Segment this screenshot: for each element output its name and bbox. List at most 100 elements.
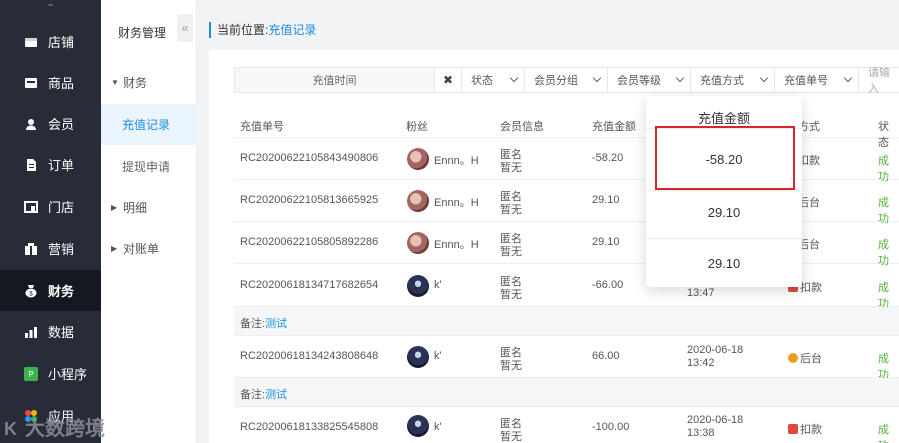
note-text: 备注:测试 xyxy=(240,315,287,331)
order-number: RC20200618133825545808 xyxy=(240,421,379,433)
order-number: RC20200622105805892286 xyxy=(240,236,379,248)
recharge-time-placeholder: 充值时间 xyxy=(312,75,357,87)
member-level: 暂无 xyxy=(500,431,522,443)
order-icon xyxy=(24,158,38,172)
search-input[interactable]: 请输入 xyxy=(858,67,899,95)
popover-divider xyxy=(646,190,802,191)
nav-item-label: 商品 xyxy=(48,76,75,91)
nav-item-miniapp[interactable]: P 小程序 xyxy=(0,353,101,394)
member-level: 暂无 xyxy=(500,360,522,372)
pay-method-label: 后台 xyxy=(800,353,822,365)
nav-item-finance[interactable]: $ 财务 xyxy=(0,270,101,311)
nav-item-label: 店铺 xyxy=(48,35,75,50)
member-group-select[interactable]: 会员分组 xyxy=(524,67,607,93)
avatar xyxy=(407,346,429,368)
record-time: 13:42 xyxy=(687,357,715,369)
menu-lines-icon[interactable]: ⁼ xyxy=(0,0,101,20)
nav-item-member[interactable]: 会员 xyxy=(0,103,101,144)
record-time: 13:38 xyxy=(687,427,715,439)
column-header-order: 充值单号 xyxy=(240,121,284,133)
order-number: RC20200622105843490806 xyxy=(240,152,379,164)
breadcrumb-prefix: 当前位置: xyxy=(217,23,269,37)
pay-method-label: 扣款 xyxy=(800,424,822,436)
record-date: 2020-06-18 xyxy=(687,344,744,356)
order-no-select[interactable]: 充值单号 xyxy=(774,67,858,93)
fan-name: Ennn。H xyxy=(434,197,479,209)
chevron-down-icon xyxy=(843,73,853,83)
secondary-menu-title: 财务管理 xyxy=(118,26,167,40)
pay-method-label: 扣款 xyxy=(800,282,822,294)
order-number: RC20200618134717682654 xyxy=(240,279,379,291)
svg-text:P: P xyxy=(28,370,33,379)
nav-item-data[interactable]: 数据 xyxy=(0,311,101,352)
fan-name: k' xyxy=(434,350,442,362)
sub-group-detail[interactable]: ▶ 明细 xyxy=(101,187,197,228)
filter-bar: 充值时间 ✖ 状态 会员分组 会员等级 充值方式 充值单号 请输入 xyxy=(234,67,899,95)
nav-item-goods[interactable]: 商品 xyxy=(0,62,101,103)
collapse-menu-icon[interactable]: « xyxy=(177,14,193,42)
miniapp-icon: P xyxy=(24,366,38,381)
status-select[interactable]: 状态 xyxy=(461,67,524,93)
triangle-right-icon: ▶ xyxy=(111,244,118,253)
amount: -100.00 xyxy=(592,421,630,433)
backend-tag-icon xyxy=(788,353,798,363)
avatar xyxy=(407,232,429,254)
pay-method-select[interactable]: 充值方式 xyxy=(690,67,774,93)
amount-popover: 充值金额 -58.20 29.10 29.10 xyxy=(646,96,802,287)
sub-item-recharge-record[interactable]: 充值记录 xyxy=(101,104,197,145)
pay-method: 后台 xyxy=(788,350,822,366)
recharge-time-picker[interactable]: 充值时间 xyxy=(234,67,434,93)
sub-item-label: 提现申请 xyxy=(122,160,171,174)
clear-time-button[interactable]: ✖ xyxy=(434,67,461,93)
sub-group-statement[interactable]: ▶ 对账单 xyxy=(101,228,197,269)
nav-item-store[interactable]: 门店 xyxy=(0,186,101,227)
watermark-text: 大数跨境 xyxy=(25,418,105,440)
nav-item-label: 订单 xyxy=(48,158,75,173)
sub-item-label: 财务 xyxy=(123,76,148,90)
order-no-select-label: 充值单号 xyxy=(784,75,828,87)
popover-value: 29.10 xyxy=(707,256,741,271)
chevron-down-icon xyxy=(592,73,602,83)
column-header-amount: 充值金额 xyxy=(592,121,636,133)
note-text: 备注:测试 xyxy=(240,386,287,402)
table-row[interactable]: RC20200618134243808648 k' 匿名 暂无 66.00 20… xyxy=(234,336,899,381)
amount: 66.00 xyxy=(592,350,620,362)
fan-name: k' xyxy=(434,421,442,433)
amount: 29.10 xyxy=(592,194,620,206)
nav-item-marketing[interactable]: 营销 xyxy=(0,228,101,269)
sub-item-withdraw[interactable]: 提现申请 xyxy=(101,146,197,187)
marketing-icon xyxy=(24,242,38,256)
member-level-select[interactable]: 会员等级 xyxy=(607,67,690,93)
pay-method-select-label: 充值方式 xyxy=(700,75,744,87)
member-level: 暂无 xyxy=(500,246,522,258)
column-header-member: 会员信息 xyxy=(500,121,544,133)
chart-icon xyxy=(24,325,38,339)
fan-name: k' xyxy=(434,279,442,291)
member-level-select-label: 会员等级 xyxy=(617,75,661,87)
main-nav: ⁼ 店铺 商品 会员 订单 门店 营销 $ 财务 数据 P 小程序 应用 xyxy=(0,0,101,443)
fan-name: Ennn。H xyxy=(434,239,479,251)
user-icon xyxy=(24,117,38,131)
sub-item-label: 明细 xyxy=(123,201,148,215)
breadcrumb-current[interactable]: 充值记录 xyxy=(268,23,316,37)
member-level: 暂无 xyxy=(500,289,522,301)
nav-item-shop[interactable]: 店铺 xyxy=(0,21,101,62)
avatar xyxy=(407,190,429,212)
nav-item-order[interactable]: 订单 xyxy=(0,144,101,185)
record-time: 13:47 xyxy=(687,287,715,299)
nav-item-label: 小程序 xyxy=(48,367,88,382)
note-value[interactable]: 测试 xyxy=(265,389,287,401)
sub-group-finance[interactable]: ▼ 财务 xyxy=(101,62,197,103)
finance-icon: $ xyxy=(24,284,38,298)
table-note-row: 备注:测试 xyxy=(234,378,899,407)
sub-item-label: 充值记录 xyxy=(122,118,171,132)
goods-icon xyxy=(24,76,38,90)
note-value[interactable]: 测试 xyxy=(265,318,287,330)
nav-item-label: 数据 xyxy=(48,325,75,340)
status-text: 成功 xyxy=(878,424,889,443)
nav-item-label: 财务 xyxy=(48,284,75,299)
highlight-box xyxy=(655,126,795,190)
search-input-placeholder: 请输入 xyxy=(868,67,890,95)
amount: -58.20 xyxy=(592,152,624,164)
table-row[interactable]: RC20200618133825545808 k' 匿名 暂无 -100.00 … xyxy=(234,407,899,443)
